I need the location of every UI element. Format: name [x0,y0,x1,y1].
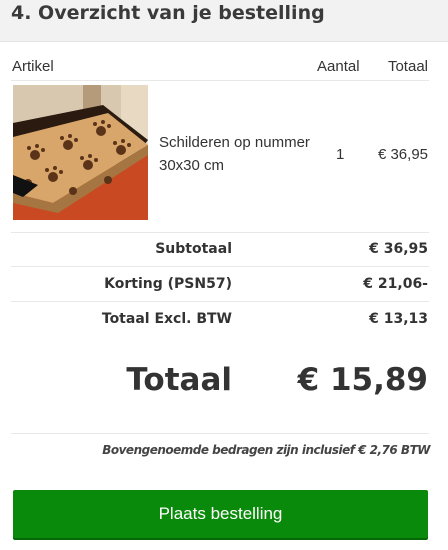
discount-value: € 21,06- [363,276,428,292]
product-name: Schilderen op nummer 30x30 cm [159,134,310,174]
subtotal-label: Subtotaal [155,241,232,257]
total-excl-vat-label: Totaal Excl. BTW [101,311,232,327]
grand-total-value: € 15,89 [297,362,428,398]
place-order-button[interactable]: Plaats bestelling [13,490,428,538]
column-header-total: Totaal [387,58,428,75]
section-header: 4. Overzicht van je bestelling [0,0,448,42]
product-image [13,85,148,220]
product-photo [13,85,148,220]
divider [11,266,429,267]
divider [11,301,429,302]
grand-total-label: Totaal [126,362,232,398]
divider [11,232,429,233]
subtotal-value: € 36,95 [369,241,428,257]
column-header-quantity: Aantal [317,58,360,75]
divider [11,433,429,434]
total-excl-vat-value: € 13,13 [369,311,428,327]
divider [11,80,429,81]
product-total: € 36,95 [377,146,428,163]
discount-label: Korting (PSN57) [104,276,232,292]
vat-note: Bovengenoemde bedragen zijn inclusief € … [102,443,430,457]
section-title: 4. Overzicht van je bestelling [11,2,325,24]
product-quantity: 1 [336,146,345,163]
column-header-article: Artikel [12,58,54,75]
